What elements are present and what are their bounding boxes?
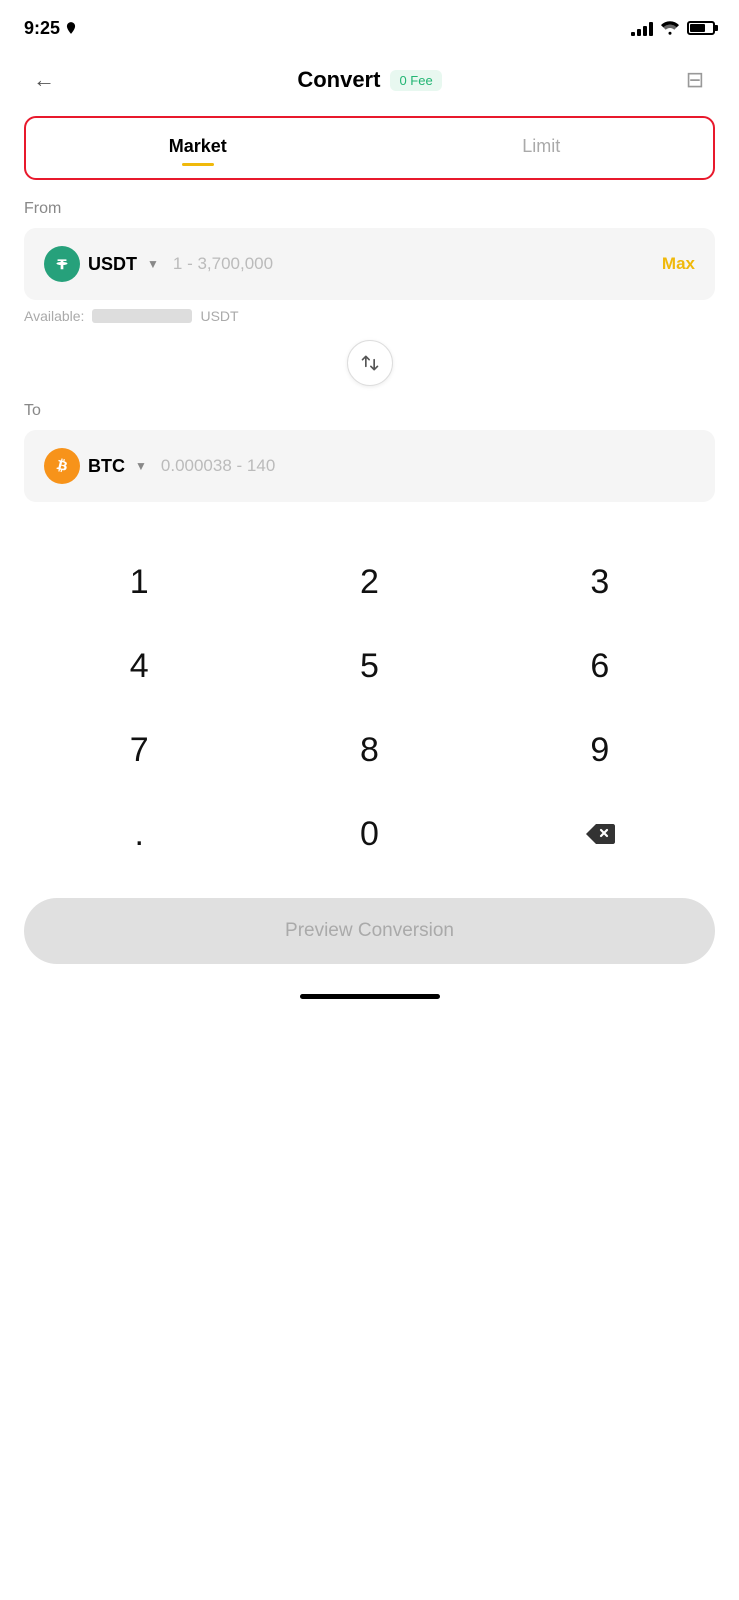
wifi-icon: [661, 21, 679, 35]
key-dot[interactable]: .: [24, 794, 254, 874]
key-3[interactable]: 3: [485, 542, 715, 622]
location-icon: [64, 21, 78, 35]
home-bar: [300, 994, 440, 999]
key-5[interactable]: 5: [254, 626, 484, 706]
fee-badge: 0 Fee: [390, 70, 441, 91]
key-4[interactable]: 4: [24, 626, 254, 706]
swap-container: [0, 340, 739, 386]
preview-btn-container: Preview Conversion: [0, 882, 739, 984]
to-dropdown-arrow: ▼: [135, 459, 147, 473]
time-label: 9:25: [24, 18, 60, 39]
key-8[interactable]: 8: [254, 710, 484, 790]
swap-button[interactable]: [347, 340, 393, 386]
numpad-row-2: 4 5 6: [24, 626, 715, 706]
tab-switcher: Market Limit: [24, 116, 715, 180]
preview-conversion-button[interactable]: Preview Conversion: [24, 898, 715, 964]
from-currency-selector[interactable]: USDT ▼: [44, 246, 159, 282]
backspace-icon: [585, 823, 615, 845]
page-title: Convert: [297, 67, 380, 93]
key-0[interactable]: 0: [254, 794, 484, 874]
from-dropdown-arrow: ▼: [147, 257, 159, 271]
key-7[interactable]: 7: [24, 710, 254, 790]
status-icons: [631, 20, 715, 36]
header: ← Convert 0 Fee ⊟: [0, 50, 739, 116]
help-icon: ⊟: [686, 67, 704, 93]
numpad-row-1: 1 2 3: [24, 542, 715, 622]
numpad-row-4: . 0: [24, 794, 715, 874]
numpad: 1 2 3 4 5 6 7 8 9 . 0: [0, 542, 739, 874]
key-6[interactable]: 6: [485, 626, 715, 706]
battery-icon: [687, 21, 715, 35]
signal-icon: [631, 20, 653, 36]
tab-limit[interactable]: Limit: [370, 118, 714, 178]
swap-icon: [360, 353, 380, 373]
key-2[interactable]: 2: [254, 542, 484, 622]
to-label: To: [24, 402, 715, 420]
to-currency-selector[interactable]: BTC ▼: [44, 448, 147, 484]
tab-market-label: Market: [169, 136, 227, 156]
tab-market[interactable]: Market: [26, 118, 370, 178]
key-backspace[interactable]: [485, 794, 715, 874]
home-indicator: [0, 984, 739, 1015]
max-button[interactable]: Max: [662, 254, 695, 274]
available-row: Available: USDT: [24, 308, 715, 324]
available-amount-blurred: [92, 309, 192, 323]
help-button[interactable]: ⊟: [675, 60, 715, 100]
header-center: Convert 0 Fee: [297, 67, 441, 93]
available-currency: USDT: [200, 308, 238, 324]
usdt-icon: [44, 246, 80, 282]
tab-active-indicator: [182, 163, 214, 166]
key-9[interactable]: 9: [485, 710, 715, 790]
btc-icon: [44, 448, 80, 484]
available-label: Available:: [24, 308, 84, 324]
numpad-row-3: 7 8 9: [24, 710, 715, 790]
from-range: 1 - 3,700,000: [173, 254, 648, 274]
back-arrow-icon: ←: [33, 67, 55, 93]
to-currency-name: BTC: [88, 456, 125, 477]
key-1[interactable]: 1: [24, 542, 254, 622]
from-currency-name: USDT: [88, 254, 137, 275]
to-range: 0.000038 - 140: [161, 456, 695, 476]
to-currency-row: BTC ▼ 0.000038 - 140: [24, 430, 715, 502]
status-bar: 9:25: [0, 0, 739, 50]
tab-limit-label: Limit: [522, 136, 560, 156]
from-label: From: [24, 200, 715, 218]
from-currency-row: USDT ▼ 1 - 3,700,000 Max: [24, 228, 715, 300]
back-button[interactable]: ←: [24, 60, 64, 100]
status-time: 9:25: [24, 18, 78, 39]
